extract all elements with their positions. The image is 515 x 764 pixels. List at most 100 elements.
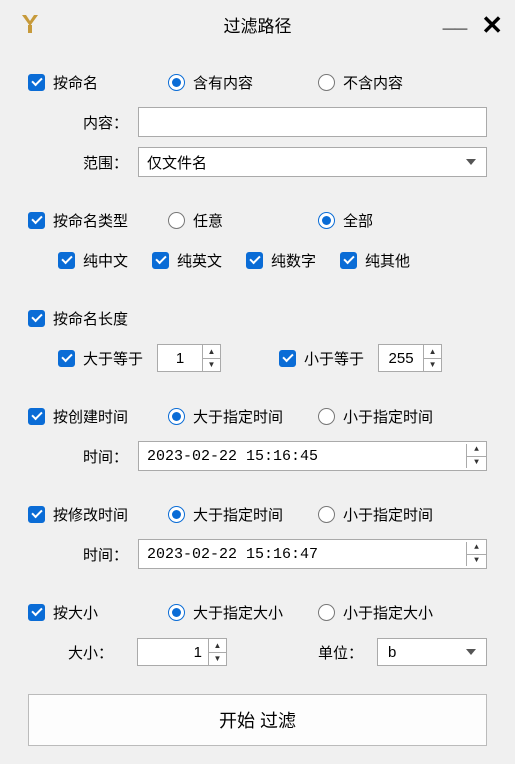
radio-icon	[318, 408, 335, 425]
ctime-lt-label: 小于指定时间	[343, 406, 433, 427]
scope-field-label: 范围：	[58, 152, 128, 173]
mtime-value: 2023-02-22 15:16:47	[147, 546, 318, 563]
by-create-time-check[interactable]: 按创建时间	[28, 406, 168, 427]
spin-down-icon[interactable]: ▼	[467, 457, 486, 469]
size-spinner[interactable]: ▲▼	[137, 638, 227, 666]
type-label: 纯英文	[177, 250, 222, 271]
size-lt-radio[interactable]: 小于指定大小	[318, 602, 433, 623]
by-name-length-label: 按命名长度	[53, 308, 128, 329]
filter-path-window: 过滤路径 __ ✕ 按命名 含有内容 不含内容 内容：	[0, 0, 515, 756]
by-name-check[interactable]: 按命名	[28, 72, 168, 93]
not-contains-radio[interactable]: 不含内容	[318, 72, 403, 93]
mtime-gt-label: 大于指定时间	[193, 504, 283, 525]
unit-select[interactable]: b	[377, 638, 487, 666]
spin-up-icon[interactable]: ▲	[467, 542, 486, 555]
checkbox-icon	[28, 310, 45, 327]
size-lt-label: 小于指定大小	[343, 602, 433, 623]
not-contains-label: 不含内容	[343, 72, 403, 93]
mtime-gt-radio[interactable]: 大于指定时间	[168, 504, 318, 525]
start-filter-button[interactable]: 开始 过滤	[28, 694, 487, 746]
checkbox-icon	[28, 408, 45, 425]
checkbox-icon	[28, 74, 45, 91]
ctime-gt-radio[interactable]: 大于指定时间	[168, 406, 318, 427]
type-chinese-check[interactable]: 纯中文	[58, 250, 128, 271]
type-other-check[interactable]: 纯其他	[340, 250, 410, 271]
scope-select[interactable]: 仅文件名	[138, 147, 487, 177]
size-gt-radio[interactable]: 大于指定大小	[168, 602, 318, 623]
checkbox-icon	[246, 252, 263, 269]
content-area: 按命名 含有内容 不含内容 内容： 范围： 仅文件名	[0, 48, 515, 764]
size-gt-label: 大于指定大小	[193, 602, 283, 623]
spin-up-icon[interactable]: ▲	[203, 345, 220, 359]
radio-icon	[318, 604, 335, 621]
radio-icon	[168, 212, 185, 229]
spin-up-icon[interactable]: ▲	[467, 444, 486, 457]
checkbox-icon	[28, 212, 45, 229]
gte-check[interactable]: 大于等于	[58, 348, 143, 369]
by-modify-time-check[interactable]: 按修改时间	[28, 504, 168, 525]
type-label: 纯中文	[83, 250, 128, 271]
gte-spinner[interactable]: ▲▼	[157, 344, 221, 372]
mtime-field-label: 时间：	[58, 544, 128, 565]
type-number-check[interactable]: 纯数字	[246, 250, 316, 271]
any-label: 任意	[193, 210, 223, 231]
by-size-check[interactable]: 按大小	[28, 602, 168, 623]
spin-up-icon[interactable]: ▲	[209, 639, 226, 653]
checkbox-icon	[152, 252, 169, 269]
size-field-label: 大小：	[58, 642, 113, 663]
checkbox-icon	[279, 350, 296, 367]
ctime-input[interactable]: 2023-02-22 15:16:45 ▲▼	[138, 441, 487, 471]
lte-input[interactable]	[379, 345, 423, 371]
by-modify-time-label: 按修改时间	[53, 504, 128, 525]
titlebar: 过滤路径 __ ✕	[0, 0, 515, 48]
checkbox-icon	[58, 252, 75, 269]
ctime-lt-radio[interactable]: 小于指定时间	[318, 406, 433, 427]
spin-down-icon[interactable]: ▼	[203, 359, 220, 372]
by-name-type-check[interactable]: 按命名类型	[28, 210, 168, 231]
gte-input[interactable]	[158, 345, 202, 371]
close-button[interactable]: ✕	[481, 12, 503, 38]
radio-icon	[318, 212, 335, 229]
checkbox-icon	[28, 604, 45, 621]
content-input[interactable]	[138, 107, 487, 137]
ctime-gt-label: 大于指定时间	[193, 406, 283, 427]
mtime-input[interactable]: 2023-02-22 15:16:47 ▲▼	[138, 539, 487, 569]
type-english-check[interactable]: 纯英文	[152, 250, 222, 271]
contains-radio[interactable]: 含有内容	[168, 72, 318, 93]
unit-field-label: 单位：	[318, 642, 363, 663]
spin-up-icon[interactable]: ▲	[424, 345, 441, 359]
radio-icon	[318, 74, 335, 91]
type-label: 纯数字	[271, 250, 316, 271]
start-filter-label: 开始 过滤	[219, 707, 296, 733]
chevron-down-icon	[466, 649, 476, 655]
spin-down-icon[interactable]: ▼	[467, 555, 486, 567]
by-name-type-label: 按命名类型	[53, 210, 128, 231]
spin-down-icon[interactable]: ▼	[424, 359, 441, 372]
any-radio[interactable]: 任意	[168, 210, 318, 231]
ctime-value: 2023-02-22 15:16:45	[147, 448, 318, 465]
chevron-down-icon	[466, 159, 476, 165]
spin-down-icon[interactable]: ▼	[209, 653, 226, 666]
lte-spinner[interactable]: ▲▼	[378, 344, 442, 372]
by-size-label: 按大小	[53, 602, 98, 623]
radio-icon	[168, 74, 185, 91]
checkbox-icon	[28, 506, 45, 523]
all-radio[interactable]: 全部	[318, 210, 373, 231]
all-label: 全部	[343, 210, 373, 231]
by-name-length-check[interactable]: 按命名长度	[28, 308, 128, 329]
lte-label: 小于等于	[304, 348, 364, 369]
by-create-time-label: 按创建时间	[53, 406, 128, 427]
radio-icon	[168, 604, 185, 621]
lte-check[interactable]: 小于等于	[279, 348, 364, 369]
mtime-lt-label: 小于指定时间	[343, 504, 433, 525]
mtime-lt-radio[interactable]: 小于指定时间	[318, 504, 433, 525]
ctime-field-label: 时间：	[58, 446, 128, 467]
minimize-button[interactable]: __	[443, 9, 467, 31]
checkbox-icon	[340, 252, 357, 269]
checkbox-icon	[58, 350, 75, 367]
radio-icon	[168, 506, 185, 523]
by-name-label: 按命名	[53, 72, 98, 93]
window-title: 过滤路径	[0, 12, 515, 37]
size-input[interactable]	[138, 639, 208, 665]
type-label: 纯其他	[365, 250, 410, 271]
